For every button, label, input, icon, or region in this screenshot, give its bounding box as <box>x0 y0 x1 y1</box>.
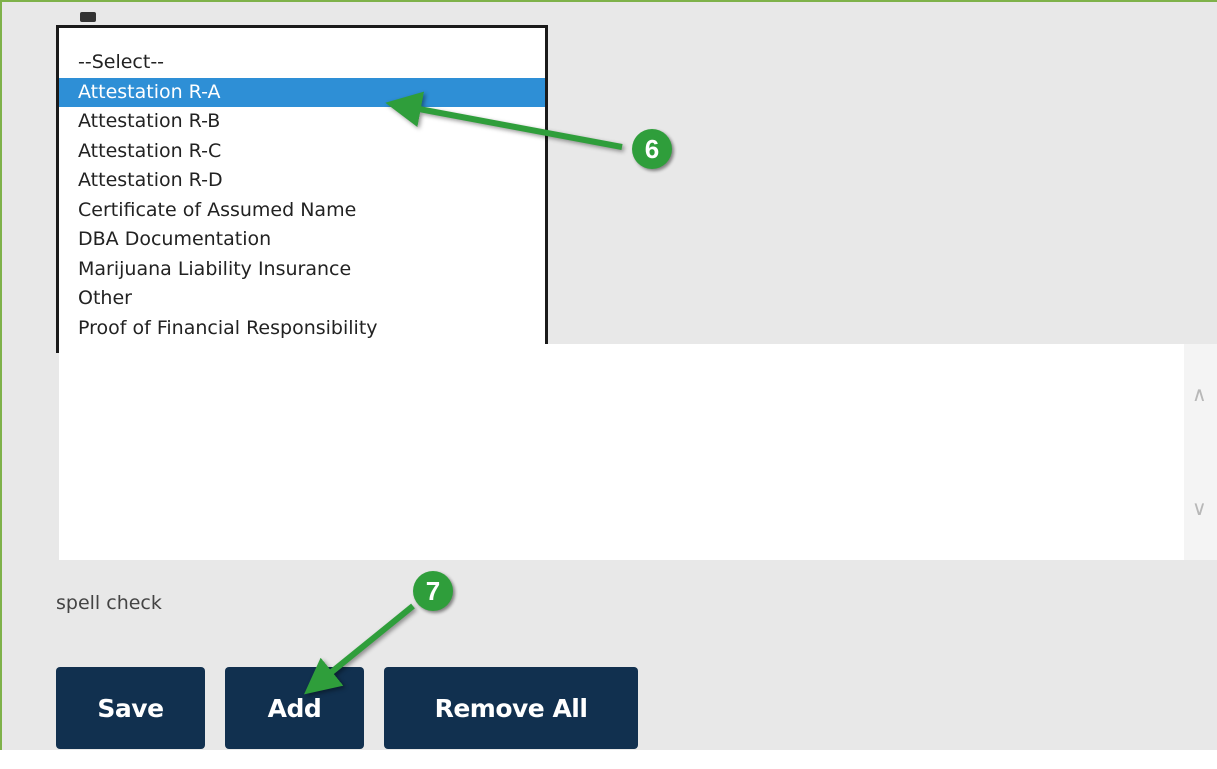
callout-6-arrow <box>385 91 623 150</box>
callout-7-arrow <box>304 603 415 695</box>
callout-arrows <box>304 91 623 695</box>
callout-7-badge: 7 <box>413 571 453 611</box>
callout-6-badge: 6 <box>632 129 672 169</box>
